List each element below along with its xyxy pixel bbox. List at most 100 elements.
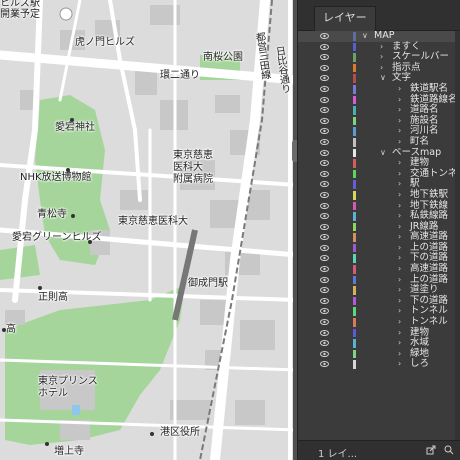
layer-row[interactable]: › トンネル bbox=[298, 316, 460, 328]
eye-icon[interactable] bbox=[320, 223, 329, 230]
layer-row[interactable]: ›交通トンネル bbox=[298, 168, 460, 180]
chevron-right-icon[interactable]: › bbox=[398, 306, 401, 317]
eye-icon[interactable] bbox=[320, 202, 329, 209]
layer-row[interactable]: › 建物 bbox=[298, 327, 460, 339]
tab-layers[interactable]: レイヤー bbox=[314, 6, 376, 31]
layer-list-scrollbar[interactable] bbox=[455, 31, 460, 440]
eye-icon[interactable] bbox=[320, 149, 329, 156]
chevron-right-icon[interactable]: › bbox=[398, 264, 401, 275]
search-icon[interactable] bbox=[444, 445, 454, 455]
eye-icon[interactable] bbox=[320, 181, 329, 188]
chevron-right-icon[interactable]: › bbox=[398, 84, 401, 95]
chevron-down-icon[interactable]: ∨ bbox=[362, 31, 368, 42]
eye-icon[interactable] bbox=[320, 244, 329, 251]
chevron-down-icon[interactable]: ∨ bbox=[380, 73, 386, 84]
eye-icon[interactable] bbox=[320, 308, 329, 315]
eye-icon[interactable] bbox=[320, 287, 329, 294]
eye-icon[interactable] bbox=[320, 319, 329, 326]
chevron-right-icon[interactable]: › bbox=[398, 190, 401, 201]
eye-icon[interactable] bbox=[320, 117, 329, 124]
chevron-right-icon[interactable]: › bbox=[398, 296, 401, 307]
chevron-right-icon[interactable]: › bbox=[398, 201, 401, 212]
chevron-right-icon[interactable]: › bbox=[380, 52, 383, 63]
chevron-right-icon[interactable]: › bbox=[398, 232, 401, 243]
chevron-right-icon[interactable]: › bbox=[398, 169, 401, 180]
layer-row[interactable]: › しろ bbox=[298, 359, 460, 370]
eye-icon[interactable] bbox=[320, 128, 329, 135]
layer-row[interactable]: › 河川名 bbox=[298, 126, 460, 137]
layer-row[interactable]: ∨ MAP bbox=[298, 30, 460, 42]
eye-icon[interactable] bbox=[320, 255, 329, 262]
chevron-right-icon[interactable]: › bbox=[398, 158, 401, 169]
layer-color-swatch bbox=[353, 243, 356, 253]
layer-row[interactable]: › 指示点 bbox=[298, 62, 460, 74]
chevron-right-icon[interactable]: › bbox=[398, 95, 401, 106]
map-label-shoho: 正則高 bbox=[38, 292, 68, 303]
chevron-right-icon[interactable]: › bbox=[398, 275, 401, 286]
map-label-atago-shrine: 愛宕神社 bbox=[55, 122, 95, 133]
chevron-right-icon[interactable]: › bbox=[398, 126, 401, 137]
poi-dot bbox=[66, 168, 70, 172]
chevron-right-icon[interactable]: › bbox=[398, 349, 401, 360]
layer-color-swatch bbox=[353, 169, 356, 179]
chevron-right-icon[interactable]: › bbox=[398, 243, 401, 254]
map-label-loop2: 環二通り bbox=[160, 70, 200, 81]
eye-icon[interactable] bbox=[320, 340, 329, 347]
eye-icon[interactable] bbox=[320, 33, 329, 39]
layer-row[interactable]: › 鉄道駅名 bbox=[298, 83, 460, 95]
eye-icon[interactable] bbox=[320, 329, 329, 336]
chevron-right-icon[interactable]: › bbox=[398, 211, 401, 222]
chevron-right-icon[interactable]: › bbox=[398, 105, 401, 116]
layer-row[interactable]: › スケールバー bbox=[298, 52, 460, 63]
eye-icon[interactable] bbox=[320, 276, 329, 283]
layer-row[interactable]: ∨ ベースmap bbox=[298, 147, 460, 159]
eye-icon[interactable] bbox=[320, 266, 329, 273]
chevron-right-icon[interactable]: › bbox=[398, 328, 401, 339]
eye-icon[interactable] bbox=[320, 160, 329, 167]
eye-icon[interactable] bbox=[320, 350, 329, 357]
export-icon[interactable] bbox=[426, 445, 436, 455]
eye-icon[interactable] bbox=[320, 361, 329, 368]
eye-icon[interactable] bbox=[320, 85, 329, 92]
layer-count-label: 1 レイ... bbox=[318, 449, 358, 460]
chevron-right-icon[interactable]: › bbox=[398, 359, 401, 370]
chevron-right-icon[interactable]: › bbox=[398, 338, 401, 349]
layer-color-swatch bbox=[353, 63, 356, 73]
layer-color-swatch bbox=[353, 159, 356, 168]
eye-icon[interactable] bbox=[320, 75, 329, 82]
chevron-right-icon[interactable]: › bbox=[398, 179, 401, 190]
layer-row[interactable]: › 町名 bbox=[298, 136, 460, 148]
eye-icon[interactable] bbox=[320, 213, 329, 220]
layer-row[interactable]: › 水域 bbox=[298, 338, 460, 349]
layer-row[interactable]: › 緑地 bbox=[298, 348, 460, 360]
chevron-right-icon[interactable]: › bbox=[398, 137, 401, 148]
chevron-down-icon[interactable]: ∨ bbox=[380, 148, 386, 159]
eye-icon[interactable] bbox=[320, 170, 329, 177]
layer-color-swatch bbox=[353, 42, 356, 52]
eye-icon[interactable] bbox=[320, 96, 329, 103]
chevron-right-icon[interactable]: › bbox=[398, 285, 401, 296]
poi-dot bbox=[70, 118, 74, 122]
chevron-right-icon[interactable]: › bbox=[398, 222, 401, 233]
eye-icon[interactable] bbox=[320, 64, 329, 71]
chevron-right-icon[interactable]: › bbox=[398, 317, 401, 328]
map-canvas[interactable]: ヒルズ駅 開業予定 虎ノ門ヒルズ 南桜公園 環二通り 愛宕神社 NHK放送博物館… bbox=[0, 0, 297, 460]
eye-icon[interactable] bbox=[320, 297, 329, 304]
eye-icon[interactable] bbox=[320, 43, 329, 50]
map-label-jikei-hosp: 東京慈恵 医科大 附属病院 bbox=[173, 150, 213, 185]
layer-row[interactable]: › 地下鉄駅 bbox=[298, 189, 460, 201]
poi-dot bbox=[2, 328, 6, 332]
eye-icon[interactable] bbox=[320, 138, 329, 145]
eye-icon[interactable] bbox=[320, 191, 329, 198]
layer-color-swatch bbox=[353, 360, 356, 369]
eye-icon[interactable] bbox=[320, 107, 329, 114]
map-label-open-plan: 開業予定 bbox=[0, 9, 40, 20]
layer-color-swatch bbox=[353, 212, 356, 221]
chevron-right-icon[interactable]: › bbox=[380, 63, 383, 74]
chevron-right-icon[interactable]: › bbox=[380, 42, 383, 53]
eye-icon[interactable] bbox=[320, 234, 329, 241]
chevron-right-icon[interactable]: › bbox=[398, 253, 401, 264]
eye-icon[interactable] bbox=[320, 54, 329, 61]
chevron-right-icon[interactable]: › bbox=[398, 116, 401, 127]
map-label-prince-hotel: 東京プリンス ホテル bbox=[38, 376, 98, 399]
